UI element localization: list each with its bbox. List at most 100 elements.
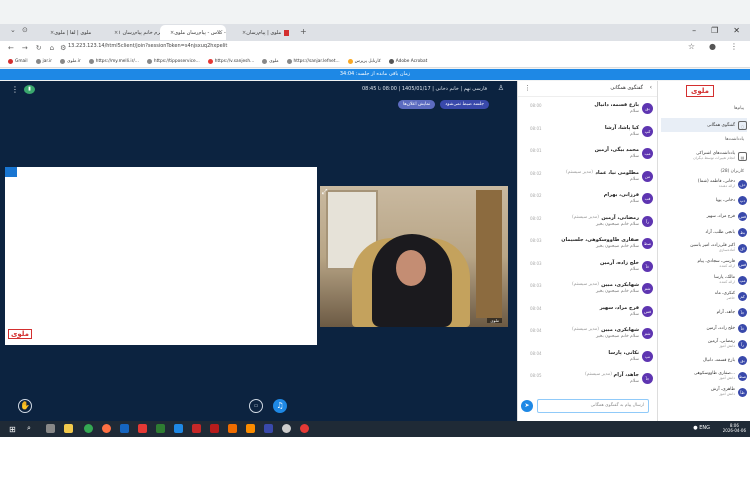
chrome-icon[interactable] (84, 424, 93, 433)
notifications-pill[interactable]: نمایش اعلان‌ها (397, 100, 436, 109)
user-list-item[interactable]: اکبر قلی‌زاده، امیر یاسین آماده‌سازی اق (661, 241, 747, 255)
user-list-item[interactable]: صفاری طاووسکوهی... دانش آموز صط (661, 369, 747, 383)
task-view-icon[interactable] (46, 424, 55, 433)
system-tray[interactable]: ● ENG (693, 425, 710, 431)
bookmark[interactable]: https://sanjar.lefnet... (286, 58, 340, 64)
user-list-item[interactable]: فرج مراد، سهیر فس (661, 209, 747, 223)
back-icon[interactable]: ← (8, 44, 14, 52)
avatar: رآ (642, 215, 653, 227)
chat-bubble-icon: ◌ (738, 120, 747, 130)
chat-back-icon[interactable]: ‹ (650, 84, 652, 91)
session-title: فارسی نهم | خانم دخانی | 1405/01/17 | 08… (362, 86, 487, 92)
video-presenter-name: ملوی (487, 318, 502, 323)
profile-icon[interactable]: ● (709, 42, 716, 51)
bookmark[interactable]: jar.ir (35, 58, 52, 64)
bookmark[interactable]: https://my.melli.ir/... (88, 58, 139, 64)
recording-status-pill[interactable]: جلسه ضبط نمی‌شود (440, 100, 489, 109)
minimize-icon[interactable]: – (692, 26, 696, 35)
message-author: جاهد، آرام (613, 372, 639, 378)
user-role: ارائه دهنده (718, 184, 735, 188)
section-users-heading: کاربران (28) (720, 169, 744, 174)
user-label: صفاری طاووسکوهی... دانش آموز (694, 371, 735, 381)
app-icon[interactable] (228, 424, 237, 433)
user-list-item[interactable]: مالک، پارسا ارائه کننده مپ (661, 273, 747, 287)
chat-message: جآ جاهد، آرام 08:05 سلام (مدیر سیستم) (528, 371, 653, 391)
powerpoint-icon[interactable] (192, 424, 201, 433)
user-list-item[interactable]: بانجی طلب، آراد بط (661, 225, 747, 239)
more-options-icon[interactable]: ⋮ (11, 85, 19, 94)
user-list-item[interactable]: جاهد، آرام جآ (661, 305, 747, 319)
excel-icon[interactable] (156, 424, 165, 433)
bookmark[interactable]: کارتابل پرپرس (347, 58, 381, 64)
windows-start-icon[interactable]: ⊞ (9, 425, 16, 434)
browser-tab[interactable]: × ملوی | پیام‌رسان (232, 25, 294, 40)
message-author: خلج زاده، آرمین (600, 259, 639, 266)
word-icon[interactable] (174, 424, 183, 433)
user-list-item[interactable]: خلج زاده، آرمین خآ (661, 321, 747, 335)
message-text: سلام (630, 131, 639, 137)
tab-label: ملوی | لقا | ملوی (54, 29, 92, 36)
search-icon[interactable]: ⌕ (27, 424, 31, 433)
bookmark[interactable]: Adobe Acrobat (388, 58, 427, 64)
menu-icon[interactable]: ⋮ (730, 42, 738, 51)
webcam-video[interactable]: ⤢ ملوی (320, 186, 508, 327)
bookmark[interactable]: ملوی.ir (60, 58, 81, 64)
user-list-item[interactable]: دخانی، پویا دپ (661, 193, 747, 207)
firefox-icon[interactable] (102, 424, 111, 433)
home-icon[interactable]: ⌂ (50, 44, 54, 52)
notes-sublabel: انجام تغییرات توسط دیگران (693, 156, 735, 160)
bookmark[interactable]: https://tipposervice... (146, 58, 200, 64)
chat-options-icon[interactable]: ⋮ (524, 84, 531, 92)
file-explorer-icon[interactable] (64, 424, 73, 433)
bookmark[interactable]: ملوی (262, 58, 279, 64)
message-role: (مدیر سیستم) (572, 214, 599, 220)
forward-icon[interactable]: → (22, 44, 28, 52)
restore-icon[interactable]: ❐ (711, 26, 718, 35)
language-indicator[interactable]: ENG (699, 425, 710, 431)
bookmark[interactable]: https://v.sanjesh... (207, 58, 254, 64)
user-list-item[interactable]: فارسی، سجادی، پیام ارائه کننده فس (661, 257, 747, 271)
bookmark-star-icon[interactable]: ☆ (688, 42, 695, 51)
user-label: جاهد، آرام (717, 310, 735, 315)
camera-toggle-button[interactable]: ▭ (249, 399, 263, 413)
user-list-item[interactable]: کنکری، ماه حاضر کم (661, 289, 747, 303)
user-list-item[interactable]: رمضانی، آرمین دانش آموز رآ (661, 337, 747, 351)
taskbar-clock[interactable]: 8:06 2026-04-06 (723, 423, 746, 433)
browser-tab[interactable]: × ملوی | لقا | ملوی (40, 25, 100, 40)
user-list-item[interactable]: طاهری، آرش دانش آموز طآ (661, 385, 747, 399)
user-role: حاضر (726, 296, 735, 300)
site-info-icon[interactable]: ⚙ (60, 44, 66, 52)
sidebar-item-public-chat[interactable]: گفتگوی همگانی ◌ (661, 118, 747, 132)
raise-hand-button[interactable]: ✋ (18, 399, 32, 413)
new-tab-icon[interactable]: + (300, 27, 307, 36)
audio-headphone-button[interactable]: ♫ (273, 399, 287, 413)
edge-icon[interactable] (120, 424, 129, 433)
chat-input[interactable]: ارسال پیام به گفتگوی همگانی (537, 399, 649, 413)
screenshot-frame: ⌄ ⊙ × ملوی | لقا | ملوی × ملوی - ملوی - … (0, 0, 750, 437)
close-window-icon[interactable]: ✕ (733, 26, 740, 35)
app-icon[interactable] (300, 424, 309, 433)
address-bar[interactable]: 13.223.123.14/html5client/join?sessionTo… (68, 43, 227, 49)
minimize-presentation-button[interactable] (5, 167, 17, 177)
vlc-icon[interactable] (246, 424, 255, 433)
user-list-item[interactable]: دخانی، فاطمه (شما) ارائه دهنده دف (661, 177, 747, 191)
user-list-item[interactable]: بازع قسمه، دانیال بق (661, 353, 747, 367)
tab-search-icon[interactable]: ⊙ (22, 26, 28, 34)
expand-icon[interactable]: ⤢ (322, 188, 328, 197)
acrobat-icon[interactable] (210, 424, 219, 433)
participants-sidebar: ملوی پیام‌ها گفتگوی همگانی ◌ یادداشت‌ها … (657, 81, 750, 421)
app-icon[interactable] (138, 424, 147, 433)
reload-icon[interactable]: ↻ (36, 44, 42, 52)
app-icon[interactable] (264, 424, 273, 433)
send-button[interactable]: ➤ (521, 400, 533, 412)
chat-message-list[interactable]: بق بازع قسمه، دانیال 08:00 سلام کپ کیا پاشا، … (518, 97, 658, 397)
tab-menu-icon[interactable]: ⌄ (10, 26, 16, 34)
sidebar-item-shared-notes[interactable]: یادداشت‌های اشتراکی انجام تغییرات توسط د… (661, 147, 747, 165)
connection-status-icon[interactable]: ▮ (24, 85, 35, 94)
user-menu-icon[interactable]: ♙ (498, 84, 504, 92)
bookmark[interactable]: Gmail (8, 58, 28, 64)
app-icon[interactable] (282, 424, 291, 433)
browser-tab-active[interactable]: ×ملوی - کلاس - پیام‌رسان ملوی (160, 25, 226, 40)
message-time: 08:04 (530, 328, 542, 333)
browser-toolbar: ← → ↻ ⌂ ⚙ 13.223.123.14/html5client/join… (0, 41, 750, 55)
